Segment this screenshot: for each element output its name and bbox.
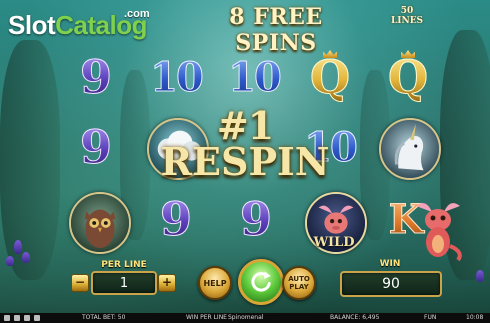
sound-icon[interactable] xyxy=(14,315,20,321)
win-per-line-text: WIN PER LINE xyxy=(186,314,227,321)
balance-text: BALANCE: 6,495 xyxy=(330,314,380,321)
symbol-nine: 9 xyxy=(226,190,286,248)
symbol-nine: 9 xyxy=(146,190,206,248)
symbol-nine: 9 xyxy=(66,48,126,106)
help-label: HELP xyxy=(203,278,227,288)
owl-orb-symbol xyxy=(69,192,131,254)
brand-text: Spinomenal xyxy=(228,314,264,321)
per-line-value: 1 xyxy=(91,271,157,295)
auto-play-label-line2: PLAY xyxy=(289,283,309,291)
mode-text: FUN xyxy=(424,314,437,321)
logo-com-text: .com xyxy=(124,8,150,20)
spin-button[interactable] xyxy=(238,259,284,305)
lines-indicator: 50 LINES xyxy=(385,6,429,26)
flower-decoration xyxy=(14,240,22,254)
decrease-bet-button[interactable]: − xyxy=(71,274,89,292)
game-screen: SlotCatalog .com 8 FREE SPINS 50 LINES 9… xyxy=(0,0,490,323)
flower-decoration xyxy=(476,270,484,282)
logo-slot-text: Slot xyxy=(8,10,56,40)
unicorn-orb-symbol xyxy=(379,118,441,180)
total-bet-text: TOTAL BET: 50 xyxy=(82,314,126,321)
win-label: WIN xyxy=(379,259,401,269)
settings-icon[interactable] xyxy=(24,315,30,321)
lines-label: LINES xyxy=(390,16,424,26)
win-value: 90 xyxy=(340,271,442,297)
lines-number: 50 xyxy=(400,6,414,16)
symbol-ten: 10 xyxy=(224,48,284,106)
auto-play-button[interactable]: AUTO PLAY xyxy=(282,266,316,300)
flower-decoration xyxy=(6,256,14,266)
background-tree xyxy=(0,40,60,280)
auto-play-label-line1: AUTO xyxy=(288,275,310,283)
info-icon[interactable] xyxy=(34,315,40,321)
unicorn-icon xyxy=(381,120,439,178)
dragon-mascot-icon xyxy=(416,203,462,262)
increase-bet-button[interactable]: + xyxy=(158,274,176,292)
wild-label: WILD xyxy=(313,235,355,250)
refresh-icon xyxy=(251,271,271,292)
symbol-queen: Q xyxy=(378,48,438,106)
per-line-label: PER LINE xyxy=(101,260,147,270)
symbol-queen: Q xyxy=(300,48,360,106)
symbol-ten: 10 xyxy=(146,48,206,106)
menu-icon[interactable] xyxy=(4,315,10,321)
respin-label: RESPIN xyxy=(160,139,330,184)
symbol-queen-letter: Q xyxy=(309,50,351,105)
help-button[interactable]: HELP xyxy=(198,266,232,300)
flower-decoration xyxy=(22,252,30,263)
clock-text: 10:08 xyxy=(466,314,484,321)
bottom-info-bar: TOTAL BET: 50 WIN PER LINE Spinomenal BA… xyxy=(0,313,490,323)
symbol-nine: 9 xyxy=(66,118,126,176)
owl-icon xyxy=(71,194,129,252)
symbol-queen-letter: Q xyxy=(387,50,429,105)
